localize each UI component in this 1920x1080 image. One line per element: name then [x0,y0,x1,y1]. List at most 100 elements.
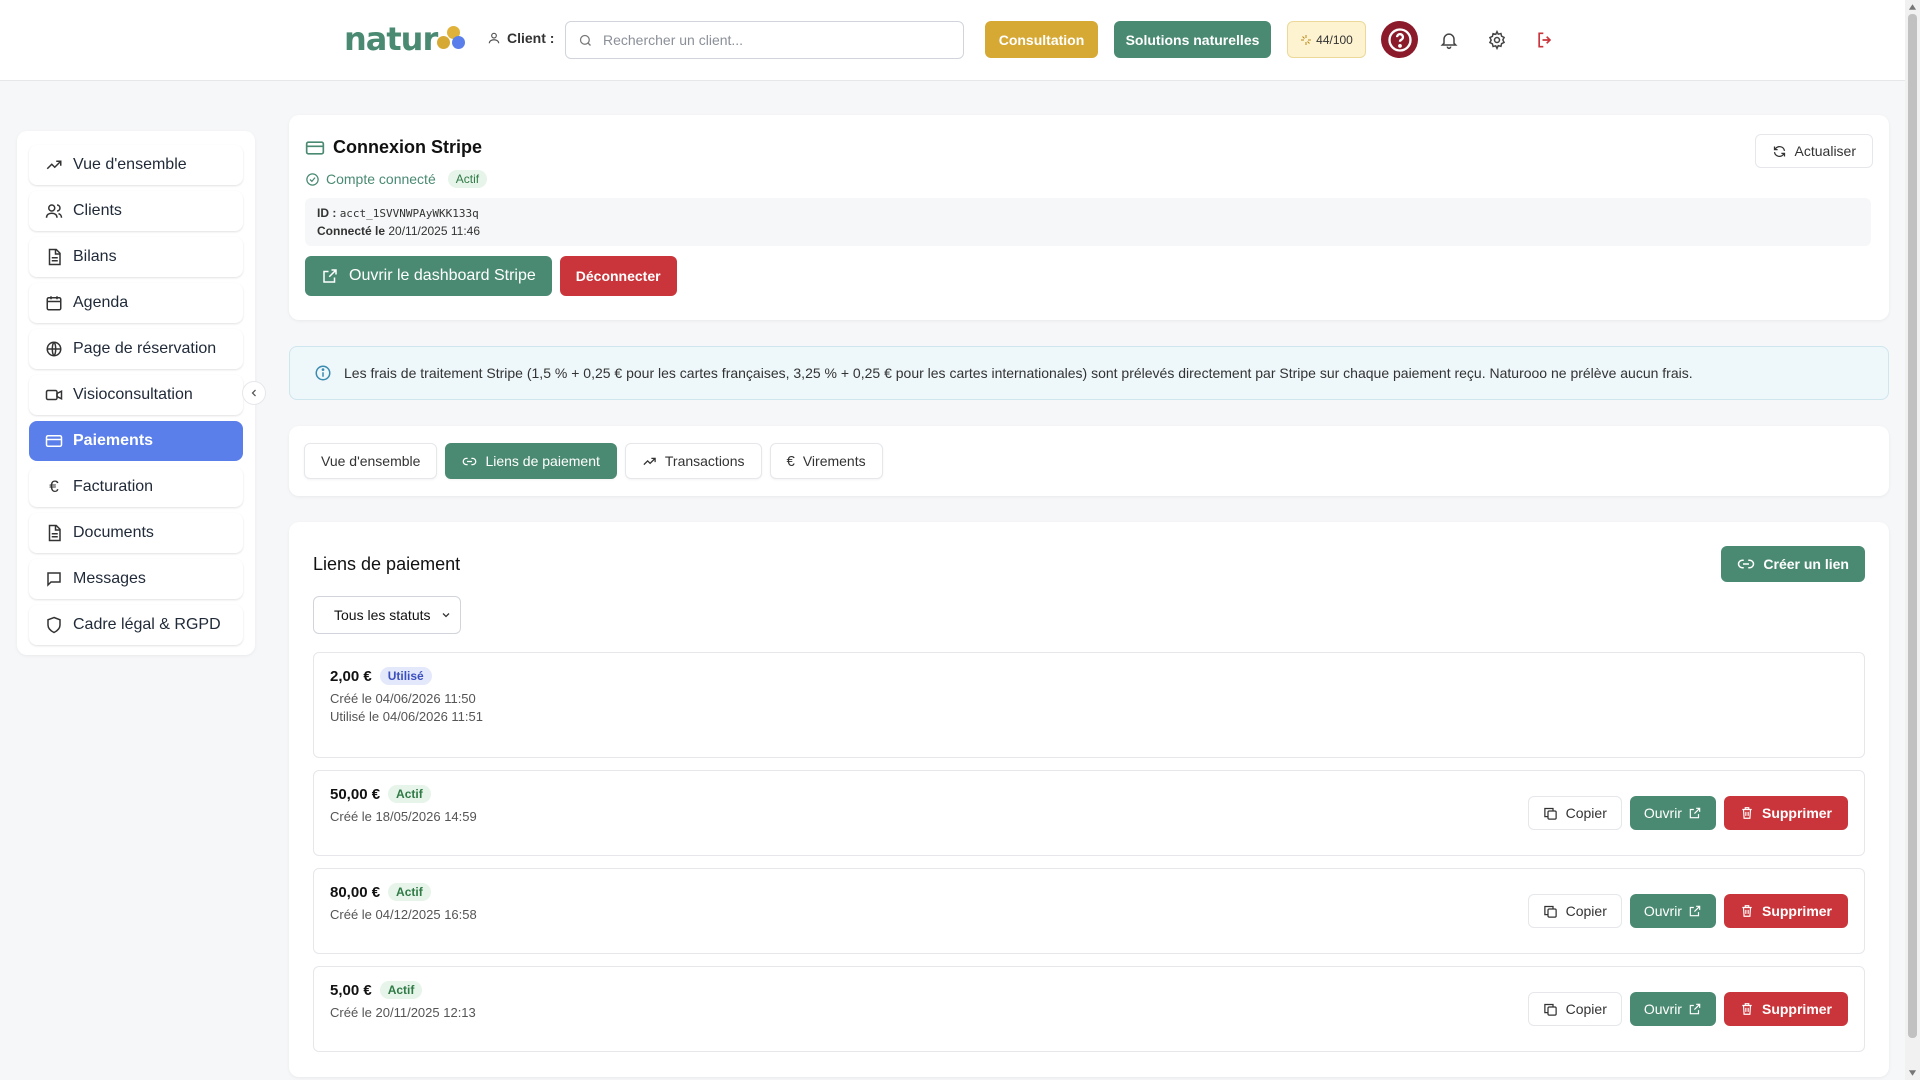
scrollbar-thumb[interactable] [1908,14,1917,1038]
delete-link-button[interactable]: Supprimer [1723,894,1848,928]
tab-liens-paiement[interactable]: Liens de paiement [445,443,617,479]
sidebar-item-label: Page de réservation [73,340,217,357]
disconnect-button[interactable]: Déconnecter [559,256,677,296]
copy-icon [1543,904,1558,919]
open-label: Ouvrir [1643,805,1682,821]
delete-link-button[interactable]: Supprimer [1723,796,1848,830]
help-button[interactable] [1381,21,1418,58]
scroll-down-arrow-icon[interactable] [1908,1069,1917,1077]
payments-tabs: Vue d'ensemble Liens de paiement Transac… [289,426,1889,496]
open-link-button[interactable]: Ouvrir [1629,796,1716,830]
check-circle-icon [305,172,320,187]
sidebar-item-label: Vue d'ensemble [73,156,187,173]
delete-link-button[interactable]: Supprimer [1723,992,1848,1026]
file-icon [45,524,63,542]
status-filter-select[interactable]: Tous les statuts [313,596,461,634]
tab-label: Vue d'ensemble [321,453,421,469]
payment-links-card: Liens de paiement Créer un lien Tous les… [289,522,1889,1077]
credits-badge[interactable]: 44/100 [1287,21,1366,58]
client-label: Client : [487,30,554,46]
client-search[interactable] [565,21,964,59]
message-icon [45,570,63,588]
copy-label: Copier [1565,903,1607,919]
trash-icon [1740,806,1754,820]
open-link-button[interactable]: Ouvrir [1629,894,1716,928]
open-stripe-dashboard-label: Ouvrir le dashboard Stripe [349,267,536,284]
account-id-value: acct_1SVVNWPAyWKK133q [339,207,479,220]
sidebar-item-paiements[interactable]: Paiements [29,421,243,461]
sidebar-item-visioconsultation[interactable]: Visioconsultation [29,375,243,415]
status-badge: Actif [388,785,431,803]
page-scrollbar[interactable] [1905,0,1920,1080]
copy-icon [1543,806,1558,821]
tab-transactions[interactable]: Transactions [624,443,762,479]
solutions-naturelles-button[interactable]: Solutions naturelles [1114,21,1271,58]
copy-link-button[interactable]: Copier [1527,894,1622,928]
shield-icon [45,616,63,634]
sidebar-item-label: Messages [73,570,146,587]
connected-label: Compte connecté [326,171,436,187]
open-link-button[interactable]: Ouvrir [1629,992,1716,1026]
stripe-connection-card: Connexion Stripe Compte connecté Actif I… [289,115,1889,320]
sidebar-item-documents[interactable]: Documents [29,513,243,553]
open-stripe-dashboard-button[interactable]: Ouvrir le dashboard Stripe [305,256,552,296]
sidebar-item-label: Documents [73,524,154,541]
card-icon [45,432,63,450]
payment-links-title: Liens de paiement [313,553,461,574]
info-text: Les frais de traitement Stripe (1,5 % + … [344,365,1693,381]
sidebar-item-label: Bilans [73,248,117,265]
payment-link-row: 80,00 € Actif Créé le 04/12/2025 16:58 C… [313,868,1865,954]
sidebar-collapse-button[interactable] [242,381,266,405]
card-icon [305,138,325,158]
sidebar-item-label: Visioconsultation [73,386,193,403]
link-created-date: Créé le 04/06/2026 11:50 [330,691,476,706]
client-search-input[interactable] [603,32,951,48]
sidebar-item-clients[interactable]: Clients [29,191,243,231]
sidebar-item-agenda[interactable]: Agenda [29,283,243,323]
file-icon [45,248,63,266]
delete-label: Supprimer [1761,805,1832,821]
bell-icon[interactable] [1437,28,1461,52]
create-link-button[interactable]: Créer un lien [1721,546,1865,582]
logout-icon[interactable] [1533,28,1557,52]
scroll-up-arrow-icon[interactable] [1908,3,1917,11]
create-link-label: Créer un lien [1763,556,1849,572]
logo[interactable]: natur [344,18,466,60]
sidebar-item-label: Agenda [73,294,129,311]
gear-icon[interactable] [1485,28,1509,52]
trend-icon [45,156,63,174]
sidebar-item-page-reservation[interactable]: Page de réservation [29,329,243,369]
open-label: Ouvrir [1643,1001,1682,1017]
top-bar: natur Client : Consultation Solutions na… [0,0,1905,81]
external-link-icon [1688,806,1702,820]
euro-icon: € [49,477,59,496]
sidebar-item-messages[interactable]: Messages [29,559,243,599]
copy-link-button[interactable]: Copier [1527,796,1622,830]
help-icon [1386,26,1414,54]
refresh-label: Actualiser [1794,143,1856,159]
stripe-status: Compte connecté Actif [305,170,1873,188]
logo-dots [435,22,466,56]
video-icon [45,386,63,404]
tab-vue-ensemble[interactable]: Vue d'ensemble [304,443,438,479]
sidebar-item-bilans[interactable]: Bilans [29,237,243,277]
sidebar-item-facturation[interactable]: € Facturation [29,467,243,507]
consultation-button[interactable]: Consultation [985,21,1098,58]
payment-link-row: 2,00 € Utilisé Créé le 04/06/2026 11:50 … [313,652,1865,758]
tab-label: Virements [802,453,866,469]
status-badge: Utilisé [379,667,432,685]
copy-icon [1543,1002,1558,1017]
refresh-button[interactable]: Actualiser [1754,134,1873,168]
link-icon [462,454,477,469]
external-link-icon [1688,1002,1702,1016]
sidebar-item-vue-ensemble[interactable]: Vue d'ensemble [29,145,243,185]
link-icon [1737,555,1755,573]
sidebar-item-label: Clients [73,202,122,219]
stripe-account-details: ID : acct_1SVVNWPAyWKK133q Connecté le 2… [305,198,1871,246]
tab-virements[interactable]: € Virements [769,443,883,479]
connected-on-label: Connecté le [317,224,386,238]
calendar-icon [45,294,63,312]
sidebar-item-cadre-legal[interactable]: Cadre légal & RGPD [29,605,243,645]
copy-link-button[interactable]: Copier [1527,992,1622,1026]
payment-link-row: 50,00 € Actif Créé le 18/05/2026 14:59 C… [313,770,1865,856]
